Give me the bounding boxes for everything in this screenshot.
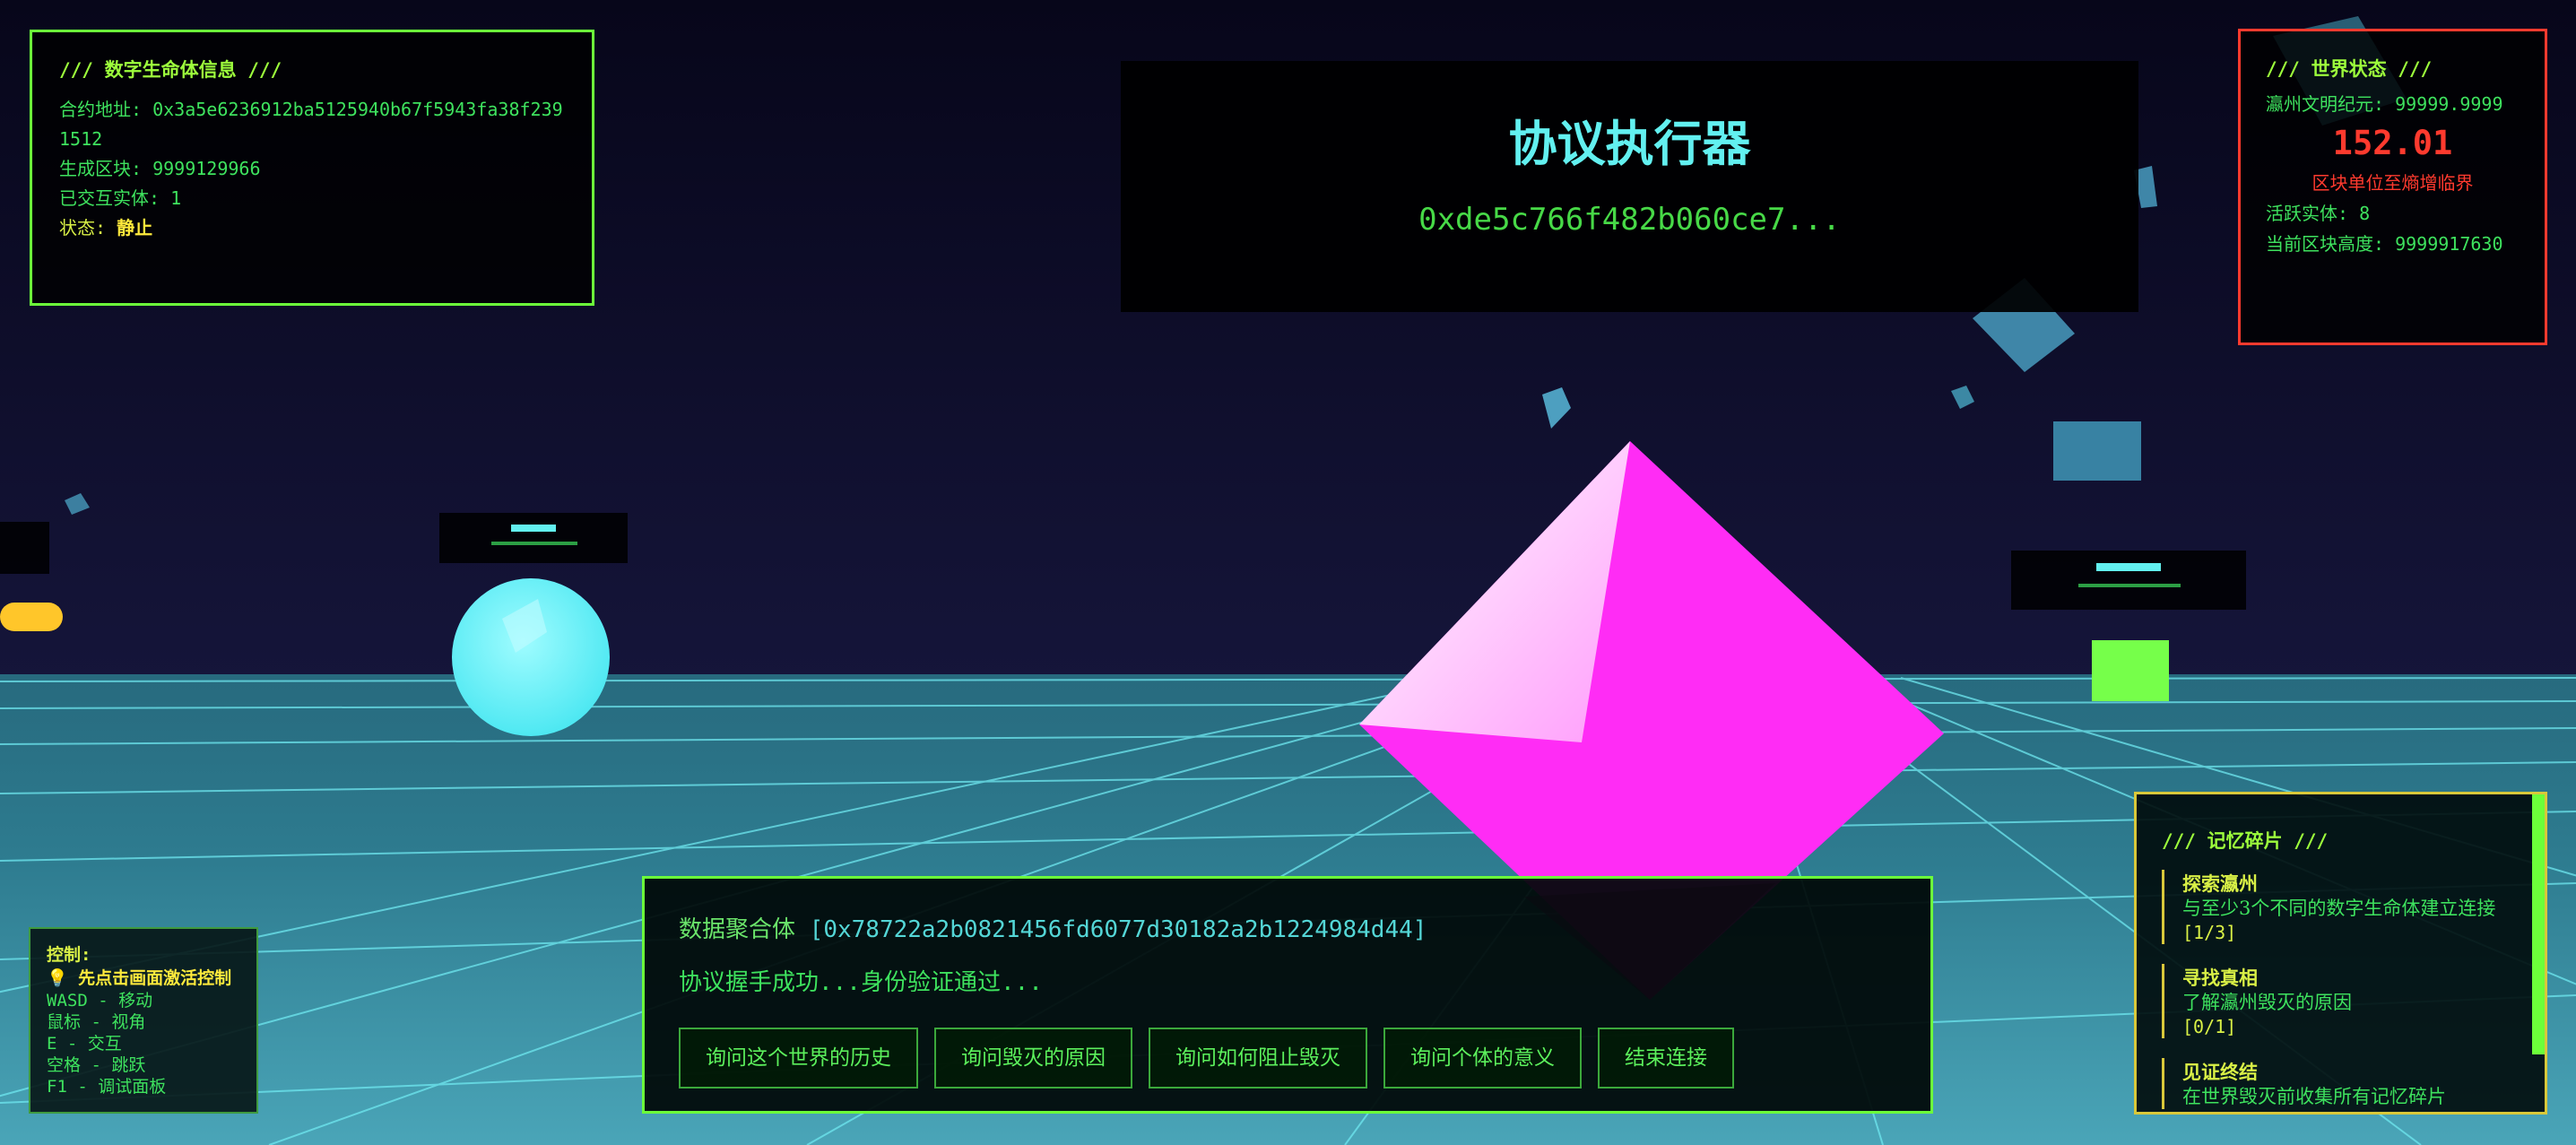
- interacted-row: 已交互实体: 1: [59, 184, 565, 213]
- npc-nameplate: [2011, 551, 2246, 610]
- dialog-box: 数据聚合体 [0x78722a2b0821456fd6077d30182a2b1…: [642, 876, 1933, 1114]
- floating-cube: [2053, 421, 2141, 481]
- nameplate-text-line: [2078, 584, 2181, 587]
- panel-title: /// 记忆碎片 ///: [2162, 830, 2329, 852]
- active-entities-row: 活跃实体: 8: [2266, 198, 2520, 229]
- cyan-sphere-npc[interactable]: [452, 578, 610, 736]
- control-line: 空格 - 跳跃: [47, 1055, 146, 1075]
- dialog-options: 询问这个世界的历史 询问毁灭的原因 询问如何阻止毁灭 询问个体的意义 结束连接: [679, 1028, 1896, 1089]
- entropy-countdown: 152.01: [2332, 124, 2453, 162]
- spawn-block-row: 生成区块: 9999129966: [59, 154, 565, 184]
- quest-desc: 了解瀛州毁灭的原因: [2182, 992, 2352, 1013]
- dialog-message: 协议握手成功...身份验证通过...: [679, 969, 1043, 996]
- nameplate-text-line: [2096, 563, 2161, 571]
- spawn-block-value: 9999129966: [152, 158, 261, 179]
- era-label: 瀛州文明纪元:: [2266, 93, 2396, 115]
- controls-panel: 控制: 💡 先点击画面激活控制 WASD - 移动 鼠标 - 视角 E - 交互…: [29, 927, 258, 1114]
- digital-life-info-panel: /// 数字生命体信息 /// 合约地址: 0x3a5e6236912ba512…: [30, 30, 594, 306]
- quest-item: 探索瀛州 与至少3个不同的数字生命体建立连接 [1/3]: [2162, 870, 2523, 944]
- control-line: WASD - 移动: [47, 991, 153, 1011]
- quest-name: 寻找真相: [2182, 967, 2258, 989]
- interacted-label: 已交互实体:: [59, 187, 171, 209]
- option-ask-history-button[interactable]: 询问这个世界的历史: [679, 1028, 918, 1089]
- quest-name: 探索瀛州: [2182, 872, 2258, 895]
- dialog-speaker: 数据聚合体 [0x78722a2b0821456fd6077d30182a2b1…: [679, 911, 1896, 944]
- green-cube-npc[interactable]: [2092, 640, 2169, 701]
- quest-item: 寻找真相 了解瀛州毁灭的原因 [0/1]: [2162, 964, 2523, 1038]
- contract-label: 合约地址:: [59, 99, 153, 120]
- quest-desc: 与至少3个不同的数字生命体建立连接: [2182, 898, 2496, 919]
- end-connection-button[interactable]: 结束连接: [1598, 1028, 1734, 1089]
- active-label: 活跃实体:: [2266, 203, 2360, 224]
- era-value: 99999.9999: [2395, 93, 2503, 115]
- active-value: 8: [2359, 203, 2371, 224]
- option-ask-prevent-destruction-button[interactable]: 询问如何阻止毁灭: [1149, 1028, 1367, 1089]
- speaker-address: [0x78722a2b0821456fd6077d30182a2b1224984…: [809, 916, 1427, 943]
- contract-address-row: 合约地址: 0x3a5e6236912ba5125940b67f5943fa38…: [59, 95, 565, 154]
- block-height-row: 当前区块高度: 9999917630: [2266, 229, 2520, 259]
- speaker-name: 数据聚合体: [679, 916, 796, 943]
- controls-title: 控制:: [47, 945, 91, 965]
- state-value: 静止: [117, 217, 153, 239]
- quest-progress: [1/3]: [2182, 922, 2237, 943]
- control-line: F1 - 调试面板: [47, 1077, 167, 1097]
- nameplate-text-line: [511, 525, 556, 532]
- panel-title: /// 世界状态 ///: [2266, 58, 2433, 80]
- npc-nameplate: [439, 513, 628, 563]
- quest-item: 见证终结 在世界毁灭前收集所有记忆碎片: [2162, 1058, 2523, 1109]
- quest-desc: 在世界毁灭前收集所有记忆碎片: [2182, 1086, 2446, 1107]
- control-line: 鼠标 - 视角: [47, 1012, 146, 1032]
- entropy-critical-text: 区块单位至熵增临界: [2311, 172, 2474, 194]
- world-state-panel: /// 世界状态 /// 瀛州文明纪元: 99999.9999 152.01 区…: [2238, 29, 2547, 345]
- state-label: 状态:: [59, 217, 117, 239]
- lightbulb-icon: 💡: [47, 968, 79, 988]
- activate-hint: 💡 先点击画面激活控制: [47, 967, 240, 990]
- npc-label-left-edge: [0, 522, 49, 574]
- memory-scrollbar[interactable]: [2532, 794, 2545, 1054]
- activate-hint-text: 先点击画面激活控制: [78, 968, 232, 988]
- executor-address: 0xde5c766f482b060ce7...: [1418, 202, 1841, 238]
- quest-progress: [0/1]: [2182, 1016, 2237, 1037]
- memory-fragments-panel[interactable]: /// 记忆碎片 /// 探索瀛州 与至少3个不同的数字生命体建立连接 [1/3…: [2134, 792, 2547, 1115]
- panel-title: /// 数字生命体信息 ///: [59, 59, 282, 81]
- yellow-light-beam: [0, 603, 63, 631]
- height-value: 9999917630: [2395, 233, 2503, 255]
- spawn-block-label: 生成区块:: [59, 158, 153, 179]
- nameplate-text-line: [491, 542, 577, 545]
- executor-title: 协议执行器: [1508, 116, 1751, 172]
- quest-name: 见证终结: [2182, 1061, 2258, 1083]
- option-ask-destruction-cause-button[interactable]: 询问毁灭的原因: [934, 1028, 1132, 1089]
- state-row: 状态: 静止: [59, 213, 565, 243]
- era-row: 瀛州文明纪元: 99999.9999: [2266, 89, 2520, 119]
- interacted-value: 1: [170, 187, 182, 209]
- option-ask-individual-meaning-button[interactable]: 询问个体的意义: [1383, 1028, 1582, 1089]
- control-line: E - 交互: [47, 1034, 122, 1054]
- executor-nameplate: 协议执行器 0xde5c766f482b060ce7...: [1121, 61, 2138, 312]
- height-label: 当前区块高度:: [2266, 233, 2396, 255]
